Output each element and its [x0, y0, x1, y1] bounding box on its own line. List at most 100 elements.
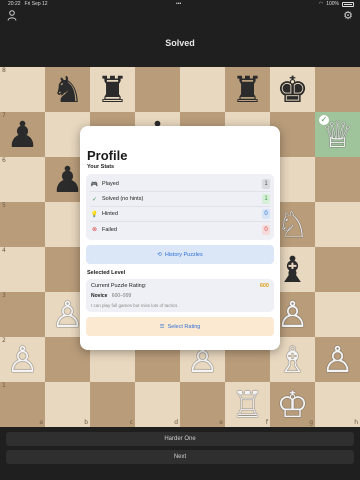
square-f1[interactable]: f ♖	[225, 382, 270, 427]
square-d8[interactable]	[135, 67, 180, 112]
battery-percent: 100%	[326, 1, 339, 7]
rating-value: 600	[259, 283, 269, 289]
chess-piece[interactable]: ♞	[51, 71, 83, 108]
chess-piece[interactable]: ♜	[231, 71, 263, 108]
square-a1[interactable]: 1a	[0, 382, 45, 427]
square-h1[interactable]: h	[315, 382, 360, 427]
file-label: h	[354, 419, 358, 426]
lightbulb-icon: 💡	[90, 211, 99, 218]
square-h3[interactable]	[315, 292, 360, 337]
stat-label: Played	[102, 181, 119, 187]
rank-label: 1	[2, 382, 6, 389]
level-description: I can play full games but miss lots of t…	[91, 303, 179, 308]
page-title: Solved	[165, 38, 195, 48]
square-g8[interactable]: ♚	[270, 67, 315, 112]
square-h7[interactable]: ♕ ✓	[315, 112, 360, 157]
stat-row: ⊗ Failed 0	[90, 222, 270, 237]
file-label: b	[84, 419, 88, 426]
rank-label: 6	[2, 157, 6, 164]
stat-count: 1	[262, 194, 270, 204]
square-a7[interactable]: 7 ♟	[0, 112, 45, 157]
stat-row: 🎮 Played 1	[90, 177, 270, 192]
stats-label: Your Stats	[87, 164, 115, 170]
rank-label: 5	[2, 202, 6, 209]
square-a3[interactable]: 3	[0, 292, 45, 337]
battery-icon	[342, 1, 354, 7]
wifi-icon: ◠	[318, 1, 324, 7]
profile-sheet: Profile Your Stats 🎮 Played 1 ✓ Solved (no h…	[80, 126, 280, 350]
chess-piece[interactable]: ♜	[96, 71, 128, 108]
chess-piece[interactable]: ♘	[276, 206, 308, 243]
list-icon: ☰	[159, 323, 165, 330]
square-c8[interactable]: ♜	[90, 67, 135, 112]
square-h2[interactable]: ♙	[315, 337, 360, 382]
rank-label: 7	[2, 112, 6, 119]
square-h6[interactable]	[315, 157, 360, 202]
chess-piece[interactable]: ♙	[276, 296, 308, 333]
next-button[interactable]: Next	[6, 450, 354, 464]
rating-label: Current Puzzle Rating:	[91, 283, 147, 289]
person-icon[interactable]	[6, 10, 18, 22]
select-button-label: Select Rating	[167, 323, 201, 330]
history-puzzles-button[interactable]: ⟲ History Puzzles	[86, 245, 274, 264]
square-b8[interactable]: ♞	[45, 67, 90, 112]
stat-label: Solved (no hints)	[102, 196, 144, 202]
stat-label: Hinted	[102, 211, 118, 217]
select-rating-button[interactable]: ☰ Select Rating	[86, 317, 274, 336]
rank-label: 3	[2, 292, 6, 299]
rating-card: Current Puzzle Rating: 600 Novice 600–99…	[86, 279, 274, 312]
x-circle-icon: ⊗	[91, 227, 98, 233]
history-icon: ⟲	[157, 251, 162, 258]
square-a4[interactable]: 4	[0, 247, 45, 292]
chess-piece[interactable]: ♙	[6, 341, 38, 378]
file-label: d	[174, 419, 178, 426]
chess-piece[interactable]: ♟	[51, 161, 83, 198]
square-c1[interactable]: c	[90, 382, 135, 427]
square-h8[interactable]	[315, 67, 360, 112]
square-f8[interactable]: ♜	[225, 67, 270, 112]
chess-piece[interactable]: ♟	[6, 116, 38, 153]
level-range: 600–999	[111, 293, 132, 299]
square-d1[interactable]: d	[135, 382, 180, 427]
chess-piece[interactable]: ♙	[51, 296, 83, 333]
profile-title: Profile	[87, 148, 128, 163]
chess-piece[interactable]: ♝	[276, 251, 308, 288]
square-a2[interactable]: 2 ♙	[0, 337, 45, 382]
square-g1[interactable]: g ♔	[270, 382, 315, 427]
stat-label: Failed	[102, 226, 117, 233]
chess-piece[interactable]: ♚	[276, 71, 308, 108]
square-a5[interactable]: 5	[0, 202, 45, 247]
chess-piece[interactable]: ♖	[231, 386, 263, 423]
harder-one-button[interactable]: Harder One	[6, 432, 354, 446]
file-label: c	[129, 419, 133, 426]
square-h4[interactable]	[315, 247, 360, 292]
status-dots: •••	[176, 1, 182, 7]
file-label: a	[39, 419, 43, 426]
gear-icon[interactable]: ⚙	[342, 10, 354, 22]
square-a8[interactable]: 8	[0, 67, 45, 112]
file-label: f	[265, 419, 268, 426]
stat-count: 0	[262, 209, 270, 219]
rank-label: 4	[2, 247, 6, 254]
square-a6[interactable]: 6	[0, 157, 45, 202]
chess-piece[interactable]: ♔	[276, 386, 308, 423]
file-label: e	[219, 419, 223, 426]
stat-row: 💡 Hinted 0	[90, 207, 270, 222]
square-h5[interactable]	[315, 202, 360, 247]
status-right: ◠ 100%	[319, 1, 354, 7]
square-e8[interactable]	[180, 67, 225, 112]
chess-piece[interactable]: ♙	[321, 341, 353, 378]
rank-label: 2	[2, 337, 6, 344]
gamepad-icon: 🎮	[90, 181, 99, 188]
stat-row: ✓ Solved (no hints) 1	[90, 192, 270, 207]
check-circle-icon: ✓	[91, 196, 98, 203]
chess-piece[interactable]: ♗	[276, 341, 308, 378]
rank-label: 8	[2, 67, 6, 74]
level-name: Novice	[91, 293, 108, 299]
stat-count: 0	[262, 224, 270, 235]
selected-level-label: Selected Level	[87, 270, 126, 276]
file-label: g	[309, 419, 313, 426]
square-b1[interactable]: b	[45, 382, 90, 427]
square-e1[interactable]: e	[180, 382, 225, 427]
status-date: Fri Sep 12	[24, 1, 48, 7]
